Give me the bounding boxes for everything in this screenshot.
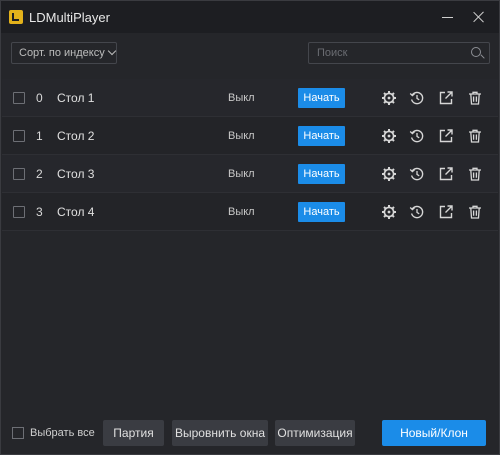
search-box bbox=[308, 42, 490, 64]
settings-gear-icon[interactable] bbox=[381, 166, 397, 182]
align-windows-button[interactable]: Выровнить окна bbox=[172, 420, 268, 446]
row-checkbox[interactable] bbox=[13, 167, 25, 180]
start-button[interactable]: Начать bbox=[298, 87, 345, 108]
new-clone-button[interactable]: Новый/Клон bbox=[382, 420, 486, 446]
external-link-icon[interactable] bbox=[438, 128, 454, 144]
trash-icon[interactable] bbox=[467, 128, 483, 144]
settings-gear-icon[interactable] bbox=[381, 90, 397, 106]
sort-dropdown[interactable]: Сорт. по индексу bbox=[11, 42, 117, 64]
party-button[interactable]: Партия bbox=[103, 420, 164, 446]
trash-icon[interactable] bbox=[467, 90, 483, 106]
search-icon[interactable] bbox=[471, 47, 481, 57]
trash-icon[interactable] bbox=[467, 166, 483, 182]
minimize-button[interactable] bbox=[431, 1, 463, 33]
row-checkbox[interactable] bbox=[13, 129, 25, 142]
toolbar: Сорт. по индексу bbox=[1, 33, 499, 75]
start-button[interactable]: Начать bbox=[298, 163, 345, 184]
footer-bar: Выбрать все Партия Выровнить окна Оптими… bbox=[2, 413, 498, 455]
settings-gear-icon[interactable] bbox=[381, 204, 397, 220]
start-button[interactable]: Начать bbox=[298, 201, 345, 222]
history-icon[interactable] bbox=[409, 166, 425, 182]
instance-index: 1 bbox=[36, 128, 43, 143]
chevron-down-icon bbox=[107, 46, 116, 56]
start-button[interactable]: Начать bbox=[298, 125, 345, 146]
instance-index: 2 bbox=[36, 166, 43, 181]
optimize-button[interactable]: Оптимизация bbox=[275, 420, 355, 446]
instance-index: 0 bbox=[36, 90, 43, 105]
row-checkbox[interactable] bbox=[13, 205, 25, 218]
minimize-icon bbox=[441, 16, 453, 18]
select-all-label: Выбрать все bbox=[30, 427, 95, 439]
instance-row: 2 Стол 3 Выкл Начать bbox=[2, 155, 498, 193]
instance-row: 3 Стол 4 Выкл Начать bbox=[2, 193, 498, 231]
instance-status: Выкл bbox=[228, 205, 255, 218]
row-checkbox[interactable] bbox=[13, 91, 25, 104]
external-link-icon[interactable] bbox=[438, 90, 454, 106]
instance-status: Выкл bbox=[228, 129, 255, 142]
settings-gear-icon[interactable] bbox=[381, 128, 397, 144]
window-title: LDMultiPlayer bbox=[29, 9, 110, 25]
history-icon[interactable] bbox=[409, 128, 425, 144]
sort-dropdown-label: Сорт. по индексу bbox=[19, 47, 105, 59]
history-icon[interactable] bbox=[409, 90, 425, 106]
app-logo-icon bbox=[9, 10, 23, 24]
app-window: LDMultiPlayer Сорт. по индексу 0 Стол 1 … bbox=[0, 0, 500, 455]
close-icon bbox=[473, 11, 485, 23]
external-link-icon[interactable] bbox=[438, 166, 454, 182]
close-button[interactable] bbox=[463, 1, 495, 33]
instance-status: Выкл bbox=[228, 91, 255, 104]
instance-name: Стол 3 bbox=[57, 166, 95, 181]
history-icon[interactable] bbox=[409, 204, 425, 220]
instance-list: 0 Стол 1 Выкл Начать 1 Стол 2 Выкл Начат… bbox=[2, 79, 498, 231]
select-all[interactable]: Выбрать все bbox=[12, 427, 95, 439]
select-all-checkbox[interactable] bbox=[12, 427, 24, 439]
title-bar: LDMultiPlayer bbox=[1, 1, 499, 33]
external-link-icon[interactable] bbox=[438, 204, 454, 220]
instance-index: 3 bbox=[36, 204, 43, 219]
instance-name: Стол 4 bbox=[57, 204, 95, 219]
instance-name: Стол 2 bbox=[57, 128, 95, 143]
search-input[interactable] bbox=[309, 43, 459, 63]
trash-icon[interactable] bbox=[467, 204, 483, 220]
instance-row: 0 Стол 1 Выкл Начать bbox=[2, 79, 498, 117]
instance-row: 1 Стол 2 Выкл Начать bbox=[2, 117, 498, 155]
instance-name: Стол 1 bbox=[57, 90, 95, 105]
instance-status: Выкл bbox=[228, 167, 255, 180]
